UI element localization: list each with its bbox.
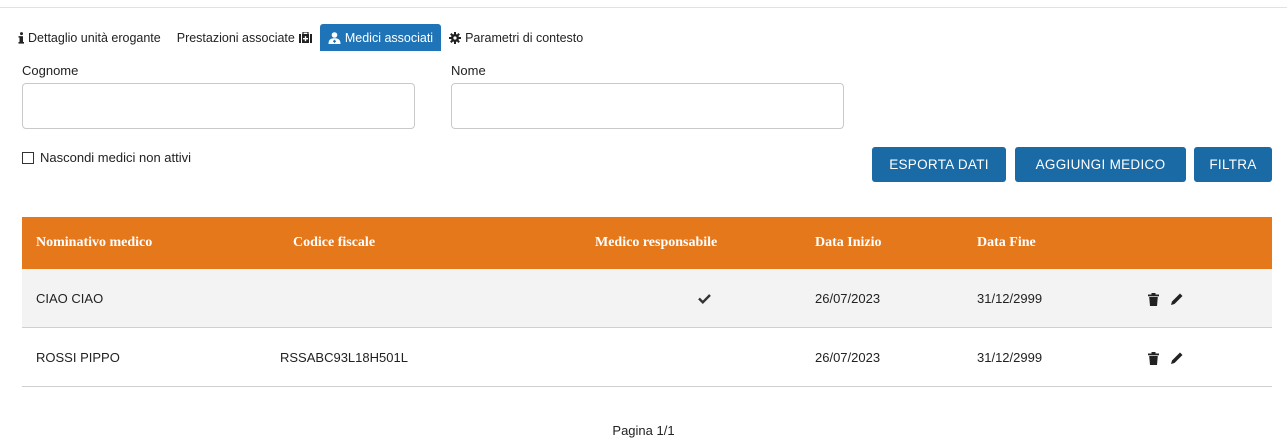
- header-nominativo: Nominativo medico: [36, 235, 153, 250]
- nome-input[interactable]: [451, 83, 844, 129]
- medkit-icon: [298, 32, 312, 43]
- tab-label: Parametri di contesto: [465, 30, 584, 45]
- cell-data-fine: 31/12/2999: [977, 290, 1043, 306]
- nome-label: Nome: [451, 63, 486, 78]
- header-codice-fiscale: Codice fiscale: [293, 235, 376, 250]
- add-doctor-button[interactable]: AGGIUNGI MEDICO: [1015, 147, 1186, 182]
- tab-label: Prestazioni associate: [176, 30, 295, 45]
- cell-data-inizio: 26/07/2023: [815, 349, 881, 365]
- header-data-inizio: Data Inizio: [815, 235, 882, 250]
- tab-label: Medici associati: [344, 30, 434, 45]
- hide-inactive-label: Nascondi medici non attivi: [40, 150, 192, 165]
- tab-medici-associati[interactable]: Medici associati: [319, 24, 442, 51]
- table-header: Nominativo medico Codice fiscale Medico …: [22, 217, 1272, 269]
- export-data-button[interactable]: ESPORTA DATI: [872, 147, 1006, 182]
- cognome-label: Cognome: [22, 63, 79, 78]
- header-data-fine: Data Fine: [977, 235, 1036, 250]
- hide-inactive-option[interactable]: Nascondi medici non attivi: [22, 150, 191, 165]
- tab-label: Dettaglio unità erogante: [28, 30, 161, 45]
- tab-bar: Dettaglio unità erogante Prestazioni ass…: [10, 24, 591, 51]
- filter-button[interactable]: FILTRA: [1194, 147, 1272, 182]
- tab-dettaglio-unita[interactable]: Dettaglio unità erogante: [10, 24, 169, 51]
- cell-data-inizio: 26/07/2023: [815, 290, 881, 306]
- cell-codice-fiscale: RSSABC93L18H501L: [280, 349, 408, 365]
- user-md-icon: [328, 31, 341, 44]
- cell-data-fine: 31/12/2999: [977, 349, 1043, 365]
- edit-pencil-icon[interactable]: [1170, 351, 1184, 365]
- table-row: ROSSI PIPPO RSSABC93L18H501L 26/07/2023 …: [22, 328, 1272, 387]
- check-icon: [698, 294, 711, 304]
- tab-prestazioni-associate[interactable]: Prestazioni associate: [169, 24, 320, 51]
- trash-icon[interactable]: [1148, 293, 1159, 306]
- pagination-label: Pagina 1/1: [612, 423, 675, 438]
- header-medico-responsabile: Medico responsabile: [595, 235, 718, 250]
- cognome-input[interactable]: [22, 83, 415, 129]
- top-divider: [0, 7, 1287, 8]
- doctors-table: Nominativo medico Codice fiscale Medico …: [22, 217, 1272, 387]
- hide-inactive-checkbox[interactable]: [22, 151, 34, 164]
- gear-icon: [449, 31, 462, 44]
- trash-icon[interactable]: [1148, 352, 1159, 365]
- cell-nominativo: ROSSI PIPPO: [36, 349, 120, 365]
- info-icon: [18, 31, 24, 44]
- tab-parametri-contesto[interactable]: Parametri di contesto: [441, 24, 591, 51]
- edit-pencil-icon[interactable]: [1170, 292, 1184, 306]
- cell-nominativo: CIAO CIAO: [36, 290, 104, 306]
- table-row: CIAO CIAO 26/07/2023 31/12/2999: [22, 269, 1272, 328]
